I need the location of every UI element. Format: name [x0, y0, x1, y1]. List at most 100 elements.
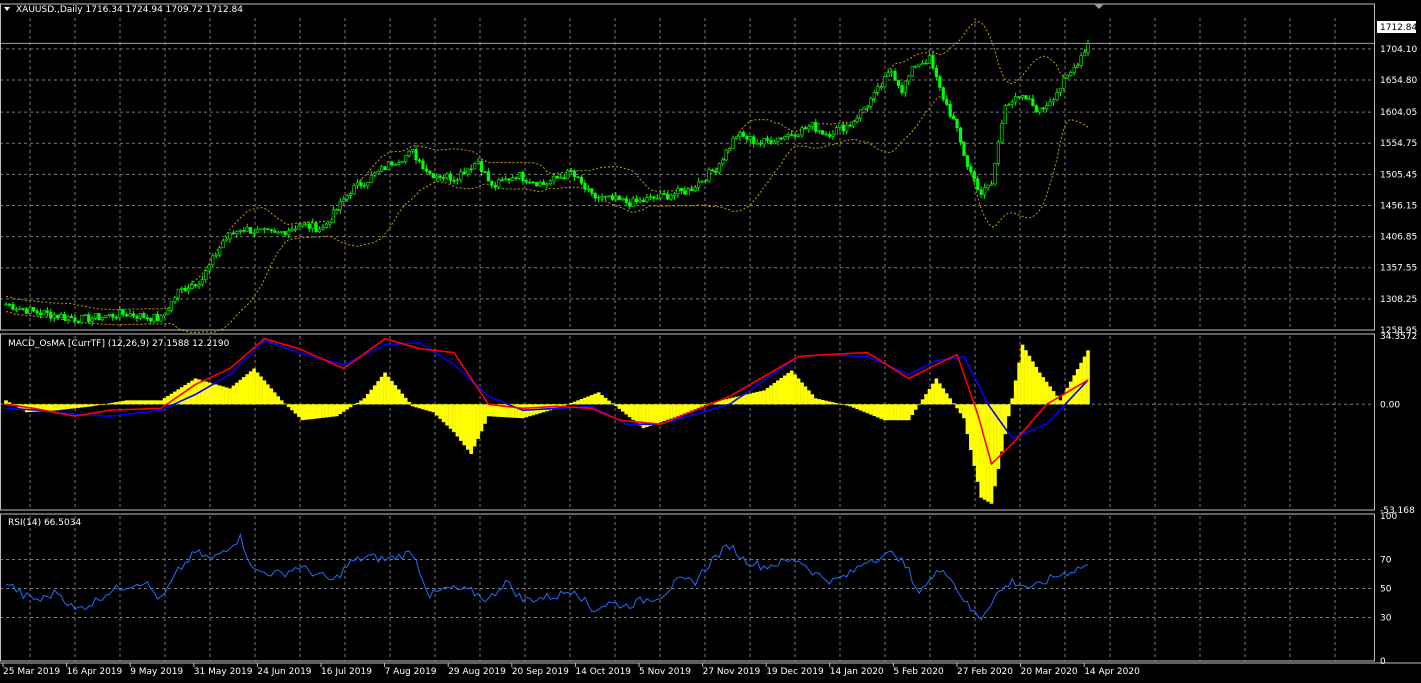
price-tick-label: 1456.15 [1380, 201, 1417, 211]
osma-bar [841, 404, 846, 405]
osma-bar [297, 404, 301, 417]
candle-body [910, 66, 914, 77]
osma-bar [1010, 398, 1014, 405]
candle-body [404, 155, 408, 162]
candle-body [435, 175, 439, 179]
candle-body [173, 297, 177, 302]
osma-bar [259, 376, 263, 405]
candle-body [369, 175, 373, 183]
candle-body [600, 196, 604, 199]
candle-body [59, 314, 63, 319]
osma-bar [483, 404, 487, 424]
osma-bar [224, 387, 229, 405]
candle-body [728, 148, 732, 151]
candle-body [397, 162, 401, 165]
candle-body [245, 227, 249, 232]
candle-body [690, 188, 694, 191]
osma-bar [934, 378, 939, 405]
osma-bar [665, 404, 670, 420]
candle-body [927, 55, 932, 64]
candle-body [638, 199, 642, 203]
candle-body [810, 122, 814, 128]
candle-body [803, 127, 808, 130]
candle-body [193, 284, 198, 287]
osma-bar [989, 404, 994, 504]
osma-bar [255, 372, 260, 405]
osma-bar [772, 382, 777, 405]
candle-body [273, 230, 277, 233]
osma-bar [314, 404, 318, 419]
candle-body [765, 138, 770, 141]
candle-body [35, 310, 39, 314]
osma-bar [469, 404, 473, 455]
candle-body [393, 164, 397, 166]
candle-body [376, 171, 380, 174]
osma-bar [579, 399, 584, 405]
osma-bar [490, 404, 494, 417]
osma-bar [631, 404, 635, 420]
candle-body [841, 124, 845, 132]
osma-bar [1044, 381, 1049, 405]
osma-bar [55, 404, 60, 411]
osma-bar [865, 404, 870, 414]
osma-bar [83, 404, 88, 408]
osma-bar [62, 404, 67, 410]
candle-body [790, 134, 794, 136]
candle-body [1051, 99, 1056, 103]
candle-body [848, 124, 852, 127]
candle-body [559, 177, 563, 179]
osma-bar [565, 404, 570, 405]
osma-bar [376, 381, 380, 405]
candle-body [986, 184, 990, 188]
osma-bar [1024, 350, 1028, 405]
candle-body [510, 177, 515, 181]
candle-body [28, 307, 32, 314]
osma-bar [390, 380, 394, 405]
candle-body [317, 228, 322, 233]
trading-chart[interactable]: 1704.10 1654.80 1604.05 1554.75 1505.45 1456.… [0, 0, 1421, 683]
candle-body [207, 264, 211, 272]
osma-bar [476, 404, 480, 439]
osma-bar [279, 400, 284, 405]
candle-body [617, 195, 621, 201]
candle-body [25, 308, 29, 314]
candle-body [31, 307, 36, 312]
osma-bar [193, 378, 198, 405]
osma-bar [844, 404, 849, 406]
osma-bar [111, 402, 115, 405]
candle-body [759, 142, 763, 145]
osma-bar [69, 404, 74, 409]
osma-bar [827, 401, 832, 405]
candle-body [1072, 66, 1076, 73]
osma-bar [813, 398, 818, 405]
candle-body [914, 65, 918, 68]
osma-bar [148, 400, 153, 405]
candle-body [1062, 77, 1066, 89]
candle-body [676, 188, 680, 195]
candle-body [252, 232, 256, 235]
x-tick-label: 14 Jan 2020 [830, 667, 884, 677]
candle-body [631, 198, 635, 207]
candle-body [11, 304, 15, 310]
candle-body [500, 179, 504, 182]
osma-bar [248, 371, 253, 405]
candle-body [1000, 123, 1004, 143]
candle-body [362, 185, 366, 188]
candle-body [962, 141, 966, 156]
price-tick-label: 1406.85 [1380, 233, 1417, 243]
osma-bar [786, 372, 791, 405]
candle-body [266, 228, 270, 230]
candle-body [793, 134, 797, 137]
candle-body [352, 185, 356, 195]
candle-body [66, 316, 70, 320]
candle-body [655, 197, 659, 200]
candle-body [162, 313, 167, 317]
candle-body [858, 109, 863, 119]
osma-bar [159, 400, 163, 405]
osma-bar [1086, 350, 1090, 405]
candle-body [445, 173, 449, 178]
osma-bar [400, 393, 405, 405]
osma-bar [338, 404, 343, 414]
osma-bar [345, 404, 349, 410]
candle-body [683, 190, 687, 195]
